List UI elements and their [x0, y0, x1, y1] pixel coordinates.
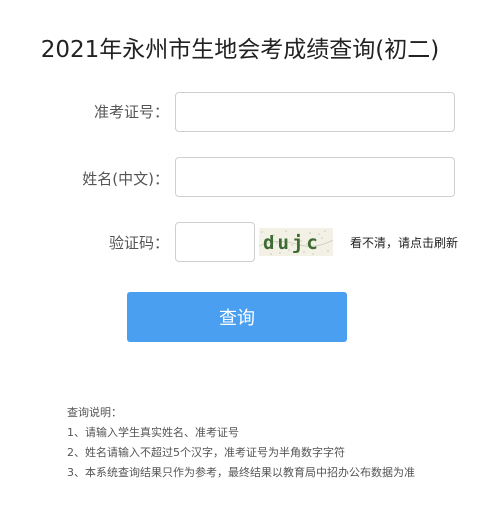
captcha-image[interactable]: dujc	[259, 228, 333, 256]
name-input[interactable]	[175, 157, 455, 197]
instruction-item: 1、请输入学生真实姓名、准考证号	[67, 426, 239, 439]
exam-number-input[interactable]	[175, 92, 455, 132]
captcha-text: dujc	[263, 232, 321, 254]
instructions-heading: 查询说明：	[67, 406, 122, 419]
page-title: 2021年永州市生地会考成绩查询(初二)	[40, 37, 440, 63]
instructions: 查询说明： 1、请输入学生真实姓名、准考证号 2、姓名请输入不超过5个汉字，准考…	[67, 403, 415, 483]
exam-number-label: 准考证号：	[93, 103, 169, 121]
captcha-label: 验证码：	[108, 234, 169, 252]
captcha-input[interactable]	[175, 222, 255, 262]
name-label: 姓名(中文)：	[82, 170, 169, 188]
instruction-item: 2、姓名请输入不超过5个汉字，准考证号为半角数字字符	[67, 446, 345, 459]
query-button[interactable]: 查询	[127, 292, 347, 342]
refresh-captcha-link[interactable]: 看不清，请点击刷新	[350, 234, 458, 251]
instruction-item: 3、本系统查询结果只作为参考，最终结果以教育局中招办公布数据为准	[67, 466, 415, 479]
